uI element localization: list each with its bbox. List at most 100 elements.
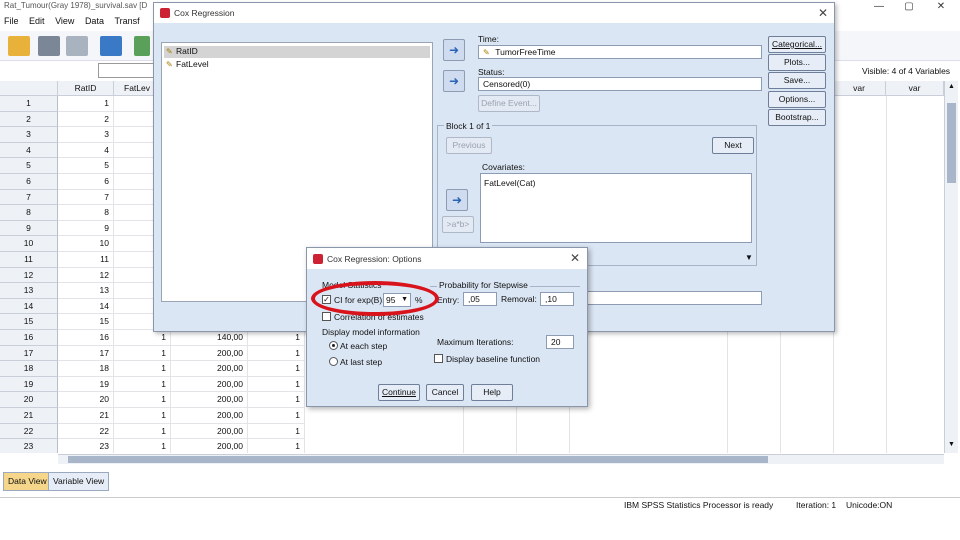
row-header[interactable]: 15	[0, 314, 58, 330]
categorical-button[interactable]: Categorical...	[768, 36, 826, 53]
menu-file[interactable]: File	[0, 14, 23, 26]
scroll-down-icon[interactable]: ▼	[948, 441, 955, 448]
table-cell[interactable]: 3	[58, 127, 114, 143]
next-button[interactable]: Next	[712, 137, 754, 154]
row-header[interactable]: 4	[0, 142, 58, 159]
table-cell[interactable]: 16	[58, 330, 114, 346]
move-to-covariates-button[interactable]: ➜	[446, 189, 468, 211]
row-header[interactable]: 17	[0, 345, 58, 362]
row-header[interactable]: 19	[0, 376, 58, 393]
table-cell[interactable]: 6	[58, 174, 114, 190]
table-cell[interactable]: 1	[114, 439, 171, 453]
move-to-status-button[interactable]: ➜	[443, 70, 465, 92]
table-cell[interactable]: 21	[58, 408, 114, 424]
table-cell[interactable]: 19	[58, 376, 114, 393]
close-icon[interactable]: ✕	[570, 251, 580, 265]
vertical-scrollbar[interactable]: ▲ ▼	[944, 81, 958, 453]
interaction-button[interactable]: >a*b>	[442, 216, 474, 233]
table-cell[interactable]: 8	[58, 205, 114, 221]
table-cell[interactable]: 200,00	[171, 376, 248, 393]
row-header[interactable]: 12	[0, 267, 58, 284]
status-field[interactable]: Censored(0)	[478, 77, 762, 91]
table-cell[interactable]: 14	[58, 298, 114, 315]
move-to-time-button[interactable]: ➜	[443, 39, 465, 61]
previous-button[interactable]: Previous	[446, 137, 492, 154]
entry-field[interactable]: ,05	[463, 292, 497, 306]
table-cell[interactable]: 4	[58, 142, 114, 159]
table-cell[interactable]: 18	[58, 361, 114, 377]
scroll-up-icon[interactable]: ▲	[948, 83, 955, 90]
table-cell[interactable]: 200,00	[171, 392, 248, 408]
menu-edit[interactable]: Edit	[25, 14, 49, 26]
table-cell[interactable]: 9	[58, 220, 114, 237]
table-cell[interactable]: 23	[58, 439, 114, 453]
table-cell[interactable]: 1	[248, 392, 305, 408]
table-cell[interactable]: 1	[114, 345, 171, 362]
table-cell[interactable]: 12	[58, 267, 114, 284]
save-button[interactable]: Save...	[768, 72, 826, 89]
minimize-icon[interactable]: —	[864, 0, 894, 14]
max-iterations-field[interactable]: 20	[546, 335, 574, 349]
menu-view[interactable]: View	[51, 14, 78, 26]
maximize-icon[interactable]: ▢	[894, 0, 924, 14]
table-cell[interactable]: 1	[114, 392, 171, 408]
row-header[interactable]: 21	[0, 408, 58, 424]
open-folder-icon[interactable]	[8, 36, 30, 56]
list-item[interactable]: ✎ FatLevel	[166, 59, 209, 71]
row-header[interactable]: 16	[0, 330, 58, 346]
cancel-button[interactable]: Cancel	[426, 384, 464, 401]
continue-button[interactable]: Continue	[378, 384, 420, 401]
tab-data-view[interactable]: Data View	[3, 472, 52, 491]
row-header[interactable]: 6	[0, 174, 58, 190]
row-header[interactable]: 10	[0, 236, 58, 252]
row-header[interactable]: 23	[0, 439, 58, 453]
table-cell[interactable]: 17	[58, 345, 114, 362]
plots-button[interactable]: Plots...	[768, 54, 826, 71]
dialog-recall-icon[interactable]	[100, 36, 122, 56]
row-header[interactable]: 8	[0, 205, 58, 221]
row-header[interactable]: 18	[0, 361, 58, 377]
removal-field[interactable]: ,10	[540, 292, 574, 306]
table-cell[interactable]: 1	[114, 408, 171, 424]
row-header[interactable]: 1	[0, 96, 58, 112]
list-item[interactable]: ✎ RatID	[164, 46, 430, 58]
table-cell[interactable]: 1	[248, 345, 305, 362]
table-cell[interactable]: 1	[248, 330, 305, 346]
row-header[interactable]: 22	[0, 423, 58, 440]
table-cell[interactable]: 1	[248, 423, 305, 440]
tab-variable-view[interactable]: Variable View	[48, 472, 110, 491]
strata-field[interactable]	[574, 291, 762, 305]
radio-at-last-step[interactable]	[329, 357, 338, 366]
undo-icon[interactable]	[134, 36, 150, 56]
radio-at-each-step[interactable]	[329, 341, 338, 350]
covariate-item[interactable]: FatLevel(Cat)	[484, 178, 536, 188]
print-icon[interactable]	[66, 36, 88, 56]
table-cell[interactable]: 1	[114, 361, 171, 377]
table-cell[interactable]: 2	[58, 111, 114, 128]
hscroll-thumb[interactable]	[68, 456, 768, 463]
table-cell[interactable]: 1	[114, 330, 171, 346]
column-header-var-2[interactable]: var	[886, 81, 944, 96]
table-cell[interactable]: 22	[58, 423, 114, 440]
row-header[interactable]: 3	[0, 127, 58, 143]
table-cell[interactable]: 1	[114, 423, 171, 440]
chevron-down-icon[interactable]: ▼	[741, 253, 757, 265]
table-cell[interactable]: 1	[248, 376, 305, 393]
table-cell[interactable]: 1	[248, 439, 305, 453]
bootstrap-button[interactable]: Bootstrap...	[768, 109, 826, 126]
row-header[interactable]: 11	[0, 252, 58, 268]
table-cell[interactable]: 20	[58, 392, 114, 408]
baseline-checkbox[interactable]	[434, 354, 443, 363]
menu-transform[interactable]: Transf	[110, 14, 143, 26]
table-cell[interactable]: 11	[58, 252, 114, 268]
menu-data[interactable]: Data	[81, 14, 108, 26]
row-header[interactable]: 20	[0, 392, 58, 408]
row-header[interactable]: 14	[0, 298, 58, 315]
column-header-ratid[interactable]: RatID	[58, 81, 114, 96]
table-cell[interactable]: 200,00	[171, 408, 248, 424]
row-header[interactable]: 13	[0, 283, 58, 299]
table-cell[interactable]: 200,00	[171, 423, 248, 440]
scroll-thumb[interactable]	[947, 103, 956, 183]
close-icon[interactable]: ✕	[818, 6, 828, 20]
table-cell[interactable]: 1	[248, 408, 305, 424]
